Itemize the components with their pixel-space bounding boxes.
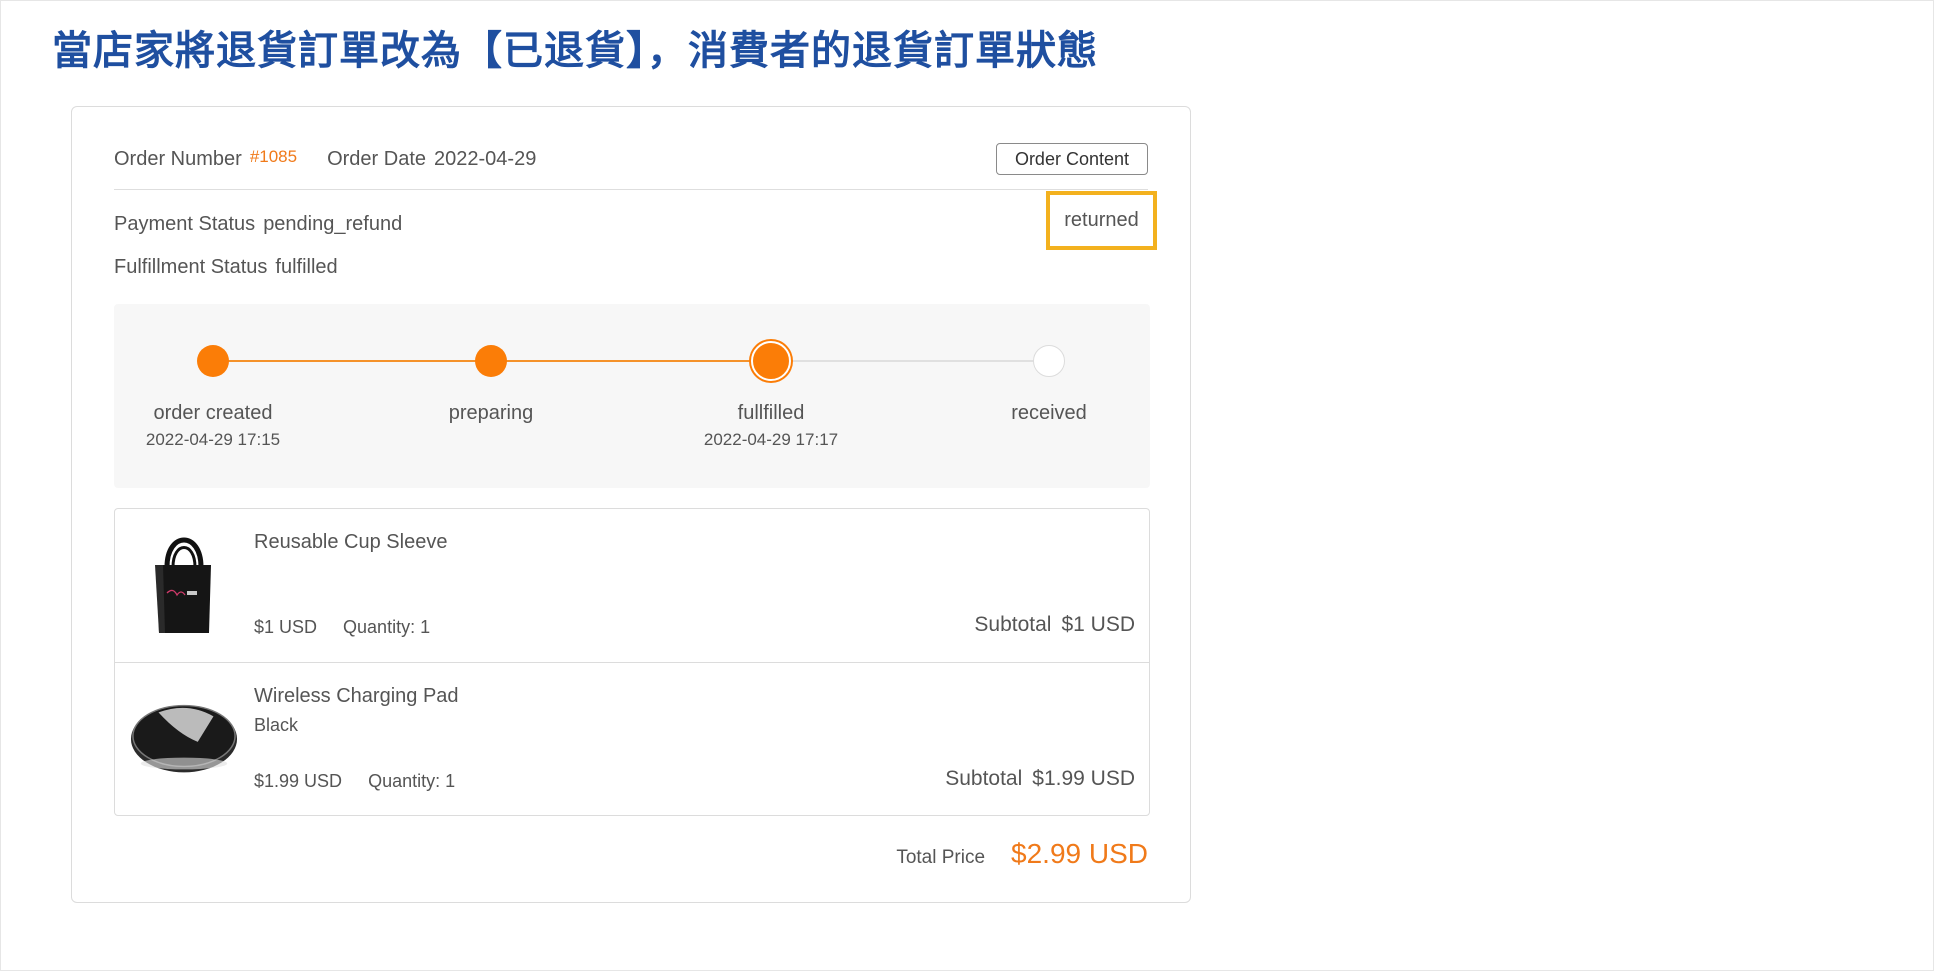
order-card: Order Number #1085 Order Date 2022-04-29… xyxy=(71,106,1191,903)
order-date: 2022-04-29 xyxy=(434,147,537,170)
order-date-label: Order Date xyxy=(327,147,427,170)
order-number-label: Order Number xyxy=(114,147,242,170)
order-items-list: Reusable Cup Sleeve $1 USD Quantity: 1 Su… xyxy=(114,508,1150,816)
total-price-value: $2.99 USD xyxy=(1011,838,1148,869)
subtotal-value: $1.99 USD xyxy=(1032,767,1135,790)
step-dot-current xyxy=(751,341,791,381)
step-time: 2022-04-29 17:15 xyxy=(145,430,281,449)
step-label: order created xyxy=(153,402,273,424)
item-subtotal: Subtotal $1 USD xyxy=(974,613,1135,637)
order-item: Wireless Charging Pad Black $1.99 USD Qua… xyxy=(115,662,1149,815)
order-state-badge: returned xyxy=(1064,209,1139,231)
item-quantity: Quantity: 1 xyxy=(343,617,431,637)
subtotal-value: $1 USD xyxy=(1061,613,1135,636)
step-dot-done xyxy=(475,345,507,377)
step-label: preparing xyxy=(448,402,534,424)
order-total: Total Price $2.99 USD xyxy=(896,838,1148,870)
item-price: $1 USD xyxy=(254,617,318,637)
product-image-tote-bag xyxy=(129,527,239,637)
product-image-charging-pad xyxy=(129,681,239,791)
progress-track xyxy=(213,360,1049,362)
order-progress-tracker: order created 2022-04-29 17:15 preparing… xyxy=(114,304,1150,488)
item-meta: $1.99 USD Quantity: 1 xyxy=(254,771,455,792)
step-time: 2022-04-29 17:17 xyxy=(703,430,839,449)
order-content-button[interactable]: Order Content xyxy=(995,143,1148,175)
fulfillment-status: Fulfillment Status fulfilled xyxy=(114,256,338,279)
item-quantity: Quantity: 1 xyxy=(368,771,456,791)
order-header: Order Number #1085 Order Date 2022-04-29… xyxy=(114,137,1148,181)
item-price: $1.99 USD xyxy=(254,771,343,791)
item-subtotal: Subtotal $1.99 USD xyxy=(945,767,1135,791)
payment-status-value: pending_refund xyxy=(263,213,403,235)
item-name[interactable]: Reusable Cup Sleeve xyxy=(254,531,447,554)
item-name[interactable]: Wireless Charging Pad xyxy=(254,685,459,708)
order-item: Reusable Cup Sleeve $1 USD Quantity: 1 Su… xyxy=(115,509,1149,662)
item-meta: $1 USD Quantity: 1 xyxy=(254,617,430,638)
page-heading: 當店家將退貨訂單改為【已退貨】，消費者的退貨訂單狀態 xyxy=(52,28,1098,74)
step-dot-done xyxy=(197,345,229,377)
subtotal-label: Subtotal xyxy=(945,767,1023,790)
payment-status-label: Payment Status xyxy=(114,213,256,235)
fulfillment-status-label: Fulfillment Status xyxy=(114,256,268,278)
payment-status: Payment Status pending_refund xyxy=(114,213,402,236)
order-state-highlight: returned xyxy=(1046,191,1157,250)
header-divider xyxy=(114,189,1148,190)
subtotal-label: Subtotal xyxy=(974,613,1052,636)
item-variant: Black xyxy=(254,715,299,735)
step-label: fullfilled xyxy=(737,402,805,424)
step-dot-pending xyxy=(1033,345,1065,377)
order-number: #1085 xyxy=(249,147,298,166)
step-label: received xyxy=(1011,402,1087,424)
fulfillment-status-value: fulfilled xyxy=(275,256,338,278)
total-price-label: Total Price xyxy=(896,847,986,868)
